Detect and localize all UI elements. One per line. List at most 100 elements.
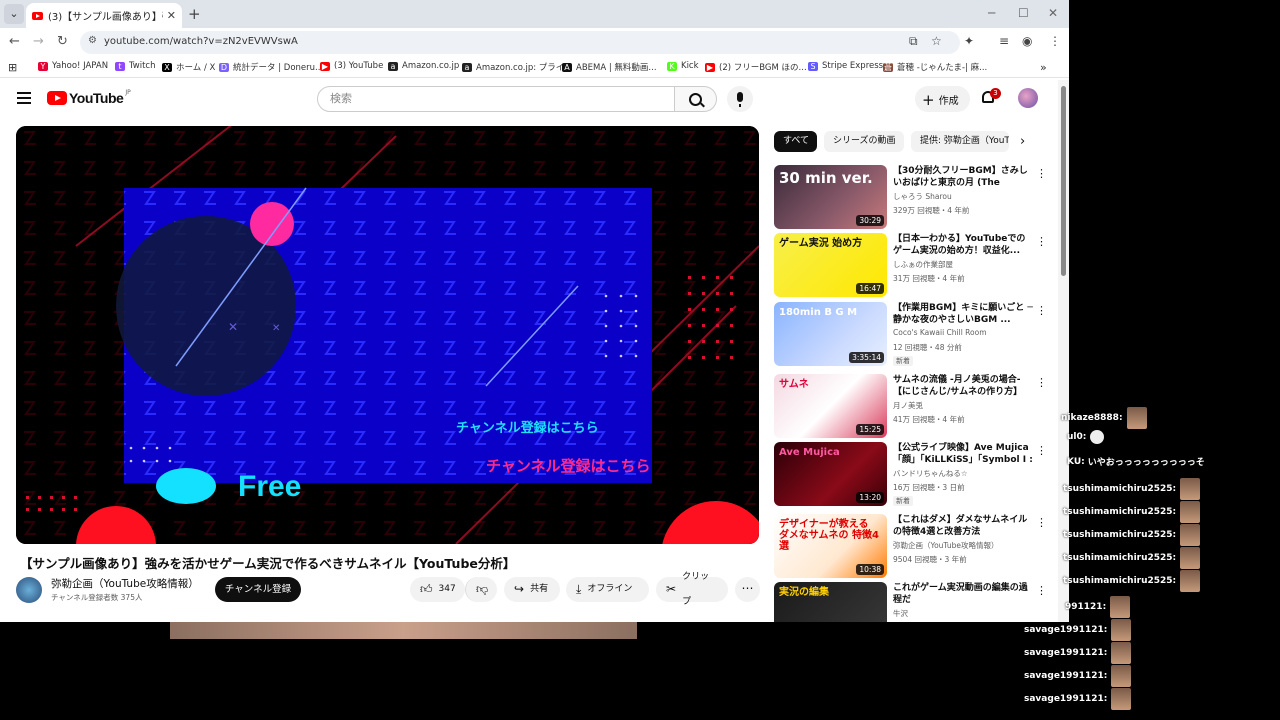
bookmark-item[interactable]: Y Yahoo! JAPAN: [38, 61, 108, 71]
thumbs-up-icon: 👍︎: [420, 582, 433, 596]
offline-button[interactable]: ⤓ オフライン: [566, 577, 649, 602]
video-menu-icon[interactable]: ⋮: [1036, 235, 1047, 248]
recommended-video[interactable]: デザイナーが教える ダメなサムネの 特徴4選 10:38 【これはダメ】ダメなサムネ…: [774, 514, 1054, 578]
create-button[interactable]: + 作成: [915, 86, 970, 112]
recommended-title[interactable]: 【日本一わかる】YouTubeでのゲーム実況の始め方！収益化...: [893, 233, 1033, 257]
chips-next-icon[interactable]: ›: [1020, 134, 1025, 149]
recommended-channel[interactable]: 月ノ美兎: [893, 400, 923, 411]
recommended-title[interactable]: サムネの流儀 -月ノ美兎の場合- 【にじさんじ/サムネの作り方】: [893, 374, 1033, 398]
more-actions-button[interactable]: ⋯: [735, 577, 760, 602]
video-menu-icon[interactable]: ⋮: [1036, 584, 1047, 597]
chat-username: ul0:: [1067, 432, 1087, 442]
close-window-button[interactable]: ✕: [1048, 6, 1058, 20]
search-input[interactable]: 検索: [317, 86, 675, 112]
video-thumbnail[interactable]: 180min B G M 3:35:14: [774, 302, 887, 366]
bookmark-label: (3) YouTube: [334, 61, 384, 71]
chip-provider[interactable]: 提供: 弥勒企画（YouT: [911, 131, 1009, 152]
offline-label: オフライン: [587, 584, 633, 594]
video-thumbnail[interactable]: 実況の編集: [774, 582, 887, 622]
recommended-channel[interactable]: 牛沢: [893, 608, 908, 619]
chat-emote-icon: [1090, 430, 1105, 444]
bookmark-item[interactable]: a Amazon.co.jp: [388, 61, 459, 71]
bookmark-item[interactable]: a Amazon.co.jp: プライ...: [462, 61, 572, 73]
bookmark-item[interactable]: t Twitch: [115, 61, 156, 71]
media-controls-icon[interactable]: ≡: [999, 34, 1009, 48]
share-button[interactable]: ↪ 共有: [504, 577, 560, 602]
install-app-icon[interactable]: ⧉: [909, 34, 918, 49]
video-thumbnail[interactable]: ゲーム実況 始め方 16:47: [774, 233, 887, 297]
recommended-channel[interactable]: 弥勒企画（YouTube攻略情報）: [893, 540, 999, 551]
chip-series[interactable]: シリーズの動画: [824, 131, 904, 152]
bookmark-star-icon[interactable]: ☆: [931, 34, 942, 48]
recommended-channel[interactable]: Coco's Kawaii Chill Room: [893, 328, 987, 337]
more-bookmarks-icon[interactable]: »: [1040, 61, 1047, 74]
bookmark-item[interactable]: S Stripe Express: [808, 61, 883, 71]
recommended-video[interactable]: ゲーム実況 始め方 16:47 【日本一わかる】YouTubeでのゲーム実況の始め方…: [774, 233, 1054, 297]
dislike-button[interactable]: 👎︎: [465, 577, 497, 602]
video-menu-icon[interactable]: ⋮: [1036, 167, 1047, 180]
channel-name[interactable]: 弥勒企画（YouTube攻略情報）: [51, 576, 199, 591]
recommended-channel[interactable]: しふぁの作業部屋: [893, 259, 953, 270]
recommended-video[interactable]: 30 min ver. 30:29 【30分耐久フリーBGM】さみしいおばけと東京の…: [774, 165, 1054, 229]
like-button[interactable]: 👍︎ 347: [410, 577, 465, 602]
video-player[interactable]: Free チャンネル登録はこちら チャンネル登録はこちら ✕ ✕: [16, 126, 759, 544]
search-button[interactable]: [675, 86, 717, 112]
bookmark-item[interactable]: ▶ (2) フリーBGM ほの...: [705, 61, 807, 73]
video-duration: 3:35:14: [849, 352, 884, 363]
bookmark-favicon-icon: ▶: [705, 62, 715, 72]
channel-avatar[interactable]: [16, 577, 42, 603]
recommended-video[interactable]: Ave Mujica 13:20 【公式ライブ映像】Ave Mujica「顔」「Ki…: [774, 442, 1054, 506]
account-avatar[interactable]: [1018, 88, 1038, 108]
bookmark-item[interactable]: X ホーム / X: [162, 61, 215, 73]
chip-all[interactable]: すべて: [774, 131, 817, 152]
scrollbar-thumb[interactable]: [1061, 86, 1066, 276]
close-tab-icon[interactable]: ✕: [167, 9, 176, 22]
recommended-title[interactable]: 【作業用BGM】キミに願いごと ─ 静かな夜のやさしいBGM ...: [893, 302, 1033, 326]
recommended-video[interactable]: 180min B G M 3:35:14 【作業用BGM】キミに願いごと ─ 静かな…: [774, 302, 1054, 366]
voice-search-button[interactable]: [727, 86, 753, 112]
download-icon: ⤓: [576, 582, 582, 596]
chat-username: savage1991121:: [1024, 648, 1108, 658]
video-thumbnail[interactable]: デザイナーが教える ダメなサムネの 特徴4選 10:38: [774, 514, 887, 578]
profile-icon[interactable]: ◉: [1022, 34, 1032, 48]
recommended-title[interactable]: 【これはダメ】ダメなサムネイルの特徴4選と改善方法: [893, 514, 1033, 538]
browser-menu-icon[interactable]: ⋮: [1049, 34, 1061, 48]
video-thumbnail[interactable]: サムネ 15:25: [774, 374, 887, 438]
back-button[interactable]: ←: [9, 34, 20, 49]
clip-button[interactable]: ✂ クリップ: [656, 572, 728, 607]
video-thumbnail[interactable]: Ave Mujica 13:20: [774, 442, 887, 506]
recommended-title[interactable]: 【30分耐久フリーBGM】さみしいおばけと東京の月 (The lonel...: [893, 165, 1033, 189]
apps-grid-icon[interactable]: ⊞: [8, 61, 17, 74]
video-menu-icon[interactable]: ⋮: [1036, 304, 1047, 317]
bookmark-item[interactable]: 蒼蒼穂 -じゃんたま-| 麻...: [883, 61, 987, 73]
bookmark-item[interactable]: A ABEMA | 無料動画...: [562, 61, 657, 73]
recommended-video[interactable]: 実況の編集 これがゲーム実況動画の編集の過程だ牛沢 ⋮: [774, 582, 1054, 622]
forward-button[interactable]: →: [33, 34, 44, 49]
bookmark-item[interactable]: K Kick: [667, 61, 699, 71]
video-menu-icon[interactable]: ⋮: [1036, 516, 1047, 529]
minimize-button[interactable]: ─: [988, 6, 995, 20]
bookmark-item[interactable]: D 統計データ | Doneru...: [219, 61, 323, 73]
overlay-subscribe-text-cyan: チャンネル登録はこちら: [456, 420, 599, 436]
reload-button[interactable]: ↻: [57, 34, 68, 49]
site-info-icon[interactable]: ⚙: [88, 35, 97, 46]
recommended-channel[interactable]: しゃろう Sharou: [893, 191, 952, 202]
active-tab[interactable]: (3)【サンプル画像あり】強みを活かせ ✕: [26, 3, 182, 28]
video-menu-icon[interactable]: ⋮: [1036, 376, 1047, 389]
recommended-title[interactable]: 【公式ライブ映像】Ave Mujica「顔」「KiLLKiSS」「Symbol …: [893, 442, 1033, 466]
maximize-button[interactable]: ☐: [1018, 6, 1029, 20]
menu-icon[interactable]: [17, 92, 31, 104]
bookmark-item[interactable]: ▶ (3) YouTube: [320, 61, 383, 71]
video-duration: 15:25: [856, 424, 884, 435]
video-thumbnail[interactable]: 30 min ver. 30:29: [774, 165, 887, 229]
recommended-video[interactable]: サムネ 15:25 サムネの流儀 -月ノ美兎の場合- 【にじさんじ/サムネの作り方】…: [774, 374, 1054, 438]
youtube-logo[interactable]: YouTube JP: [47, 89, 131, 106]
recommended-title[interactable]: これがゲーム実況動画の編集の過程だ: [893, 582, 1033, 606]
subscribe-button[interactable]: チャンネル登録: [215, 577, 301, 602]
new-tab-button[interactable]: +: [188, 5, 201, 23]
tab-search-button[interactable]: ⌄: [4, 4, 24, 24]
address-bar[interactable]: ⚙ youtube.com/watch?v=zN2vEVWVswA: [80, 31, 960, 54]
extensions-icon[interactable]: ✦: [964, 34, 974, 48]
recommended-channel[interactable]: バンドリちゃんねる☆: [893, 468, 968, 479]
video-menu-icon[interactable]: ⋮: [1036, 444, 1047, 457]
